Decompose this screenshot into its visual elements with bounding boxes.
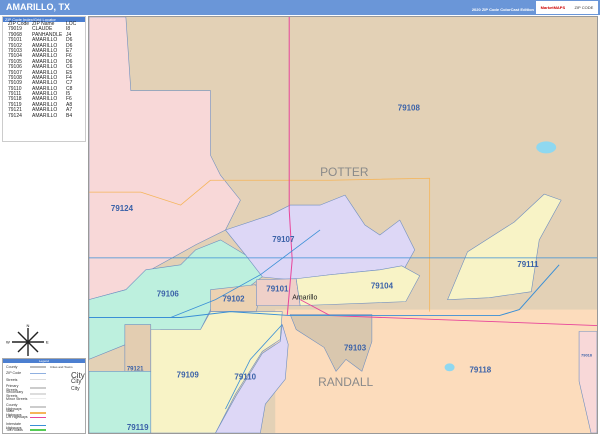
legend-swatch <box>30 397 46 400</box>
legend-swatch <box>30 393 46 395</box>
compass-rose-icon: N S E W <box>6 323 49 362</box>
zip-label: 79101 <box>266 285 289 294</box>
zip-label: 79107 <box>272 235 295 244</box>
zip-label: 79016 <box>581 352 593 357</box>
zip-label: 79106 <box>157 290 180 299</box>
legend-label: US Highways <box>6 415 28 420</box>
legend-label: ZIP Code <box>6 371 22 376</box>
legend-item: Minor Streets <box>6 397 50 401</box>
zip-index-cell: 79124 <box>8 112 22 119</box>
zip-label: 79103 <box>344 343 367 352</box>
zip-code-map[interactable]: 79108 79124 79107 79111 79106 79102 7910… <box>88 16 598 434</box>
legend-swatch <box>30 378 46 381</box>
header-bar: AMARILLO, TX 2020 ZIP Code ColorCast Edi… <box>0 0 600 15</box>
zip-index-cell: B4 <box>66 112 73 119</box>
legend-swatch <box>30 429 46 431</box>
zip-label: 79118 <box>470 365 492 374</box>
legend-item: ZIP Code <box>6 371 50 375</box>
compass-w: W <box>6 340 10 345</box>
legend-swatch <box>30 424 46 427</box>
map-title: AMARILLO, TX <box>6 2 70 12</box>
compass-e: E <box>46 340 49 345</box>
logo: MarketMAPS ZIP CODE <box>536 1 598 14</box>
zip-label: 79104 <box>371 282 394 291</box>
county-label-randall: RANDALL <box>318 375 373 389</box>
legend-label: Streets <box>6 377 18 382</box>
zip-label: 79124 <box>111 204 134 213</box>
legend-swatch <box>30 406 46 408</box>
county-label-potter: POTTER <box>320 165 369 179</box>
city-sample-medium: City <box>71 379 82 385</box>
legend-label: Minor Streets <box>6 396 28 401</box>
legend-item: Toll Roads <box>6 428 50 432</box>
legend-title: Legend <box>3 359 85 363</box>
city-sample-small: City <box>71 386 80 392</box>
legend-swatch <box>30 387 46 389</box>
lake <box>444 363 455 372</box>
zip-label: 79111 <box>517 260 539 269</box>
lake <box>536 141 557 154</box>
map-legend: Legend County ZIP Code Streets Primary Stre… <box>2 358 86 434</box>
city-label-amarillo: Amarillo <box>292 295 317 302</box>
cities-title: Cities and Towns <box>50 365 73 369</box>
compass-n: N <box>27 323 30 328</box>
legend-swatch <box>30 372 46 375</box>
logo-text: MarketMAPS <box>540 5 566 10</box>
zip-79121-area <box>124 324 152 372</box>
zip-label: 79109 <box>177 370 200 379</box>
zip-index-cell: AMARILLO <box>32 112 58 119</box>
zip-index-table: ZIP Code Index/Grid Locator ZIP Code ZIP… <box>2 16 86 142</box>
legend-swatch <box>30 416 46 419</box>
legend-swatch <box>30 366 46 368</box>
edition-label: 2020 ZIP Code ColorCast Edition <box>471 7 534 12</box>
zip-label: 79121 <box>127 366 144 372</box>
zip-index-row: 79124 AMARILLO B4 <box>3 112 85 119</box>
legend-label: County <box>6 365 18 369</box>
legend-item: County <box>6 365 50 369</box>
zip-label: 79110 <box>234 372 256 381</box>
legend-item: US Highways <box>6 415 50 419</box>
legend-swatch <box>30 412 46 414</box>
logo-sub: ZIP CODE <box>574 5 594 10</box>
legend-item: Streets <box>6 378 50 382</box>
zip-label: 79108 <box>398 104 421 113</box>
zip-label: 79102 <box>222 295 245 304</box>
legend-label: Toll Roads <box>6 428 23 432</box>
zip-label: 79119 <box>127 423 149 432</box>
